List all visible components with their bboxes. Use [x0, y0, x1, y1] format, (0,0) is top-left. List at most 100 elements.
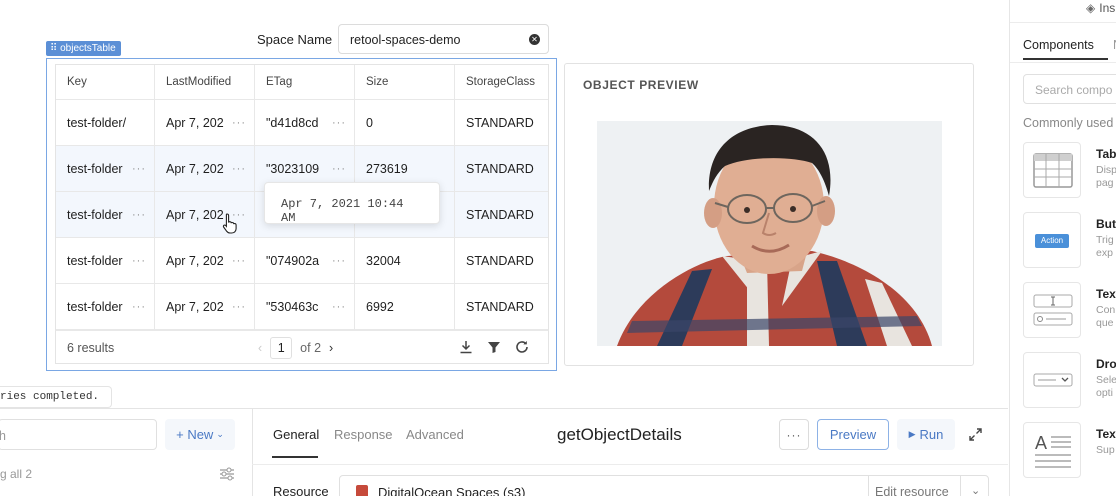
overflow-icon[interactable]: ···	[332, 117, 346, 129]
tab-advanced[interactable]: Advanced	[406, 427, 464, 442]
cell-etag: "3023109	[266, 161, 320, 176]
dropdown-icon	[1023, 352, 1081, 408]
cell-lastmodified: Apr 7, 202	[166, 253, 224, 268]
cell-etag: "530463c	[266, 299, 319, 314]
cell-lastmodified: Apr 7, 202	[166, 207, 224, 222]
hand-cursor-icon	[222, 213, 237, 234]
component-name: Tab	[1096, 147, 1116, 161]
prev-page-icon[interactable]: ‹	[258, 341, 262, 355]
overflow-icon[interactable]: ···	[232, 163, 246, 175]
component-name: Tex	[1096, 427, 1116, 441]
cell-size: 273619	[366, 161, 408, 176]
overflow-icon[interactable]: ···	[132, 301, 146, 313]
cell-etag: "d41d8cd	[266, 115, 319, 130]
space-name-input[interactable]: retool-spaces-demo ✕	[338, 24, 549, 54]
action-badge: Action	[1035, 234, 1069, 248]
run-all-label[interactable]: g all 2	[0, 467, 32, 481]
tab-active-indicator	[272, 456, 318, 458]
object-preview-panel: OBJECT PREVIEW	[564, 63, 974, 366]
inspect-tab-label: Ins	[1099, 1, 1116, 15]
svg-text:A: A	[1035, 433, 1047, 453]
resource-select[interactable]: DigitalOcean Spaces (s3) Edit resource ⌄	[339, 475, 989, 496]
component-search-input[interactable]: Search compo	[1023, 74, 1116, 104]
overflow-icon[interactable]: ···	[332, 163, 346, 175]
cell-lastmodified: Apr 7, 202	[166, 115, 224, 130]
query-editor: h + New ⌄ g all 2 General Response Advan…	[0, 408, 1008, 496]
page-number-input[interactable]: 1	[270, 337, 293, 359]
tab-active-indicator	[1023, 58, 1108, 60]
edit-resource-button[interactable]: Edit resource	[868, 476, 957, 496]
divider	[1010, 22, 1116, 23]
run-button[interactable]: ▶ Run	[897, 419, 955, 450]
expand-icon[interactable]	[969, 428, 982, 441]
overflow-icon[interactable]: ···	[332, 255, 346, 267]
cell-size: 0	[366, 115, 373, 130]
refresh-icon[interactable]	[515, 340, 529, 354]
component-item-button[interactable]: Action But Trig exp	[1023, 212, 1116, 268]
play-icon: ▶	[908, 429, 916, 439]
new-query-button[interactable]: + New ⌄	[165, 419, 235, 450]
resource-label: Resource	[273, 484, 329, 496]
divider	[252, 409, 253, 496]
next-page-icon[interactable]: ›	[329, 341, 333, 355]
tab-general[interactable]: General	[273, 427, 319, 442]
component-item-text[interactable]: A Tex Sup	[1023, 422, 1116, 478]
download-icon[interactable]	[459, 340, 473, 354]
overflow-icon[interactable]: ···	[232, 301, 246, 313]
component-item-text-input[interactable]: Tex Con que	[1023, 282, 1116, 338]
table-header-row: Key LastModified ETag Size StorageClass	[56, 65, 548, 100]
column-header-key[interactable]: Key	[56, 65, 155, 99]
divider	[252, 464, 1008, 465]
cell-key: test-folder	[67, 253, 123, 268]
preview-button[interactable]: Preview	[817, 419, 889, 450]
cell-storageclass: STANDARD	[466, 115, 534, 130]
column-header-etag[interactable]: ETag	[255, 65, 355, 99]
cell-lastmodified: Apr 7, 202	[166, 161, 224, 176]
table-row[interactable]: test-folder ··· Apr 7, 202 ··· "530463c ···…	[56, 284, 548, 330]
cell-key: test-folder	[67, 161, 123, 176]
more-options-button[interactable]: ···	[779, 419, 809, 450]
chevron-down-icon: ⌄	[216, 429, 224, 439]
component-item-dropdown[interactable]: Dro Sele opti	[1023, 352, 1116, 408]
cell-etag: "074902a	[266, 253, 320, 268]
table-row[interactable]: test-folder/ Apr 7, 202 ··· "d41d8cd ··· 0…	[56, 100, 548, 146]
inspect-tab[interactable]: ◈ Ins	[1086, 1, 1115, 15]
cell-key: test-folder	[67, 299, 123, 314]
component-desc: Sele opti	[1096, 374, 1116, 399]
tab-response[interactable]: Response	[334, 427, 393, 442]
cell-storageclass: STANDARD	[466, 299, 534, 314]
overflow-icon[interactable]: ···	[332, 301, 346, 313]
sliders-icon[interactable]	[219, 467, 235, 481]
overflow-icon[interactable]: ···	[132, 255, 146, 267]
overflow-icon[interactable]: ···	[132, 209, 146, 221]
layers-icon: ◈	[1086, 1, 1096, 15]
filter-icon[interactable]	[487, 340, 501, 354]
divider	[1010, 62, 1116, 63]
component-desc: Trig exp	[1096, 234, 1114, 259]
overflow-icon[interactable]: ···	[132, 163, 146, 175]
query-search-input[interactable]: h	[0, 419, 157, 450]
button-icon: Action	[1023, 212, 1081, 268]
cell-key: test-folder/	[67, 115, 127, 130]
component-desc: Disp pag	[1096, 164, 1116, 189]
component-desc: Con que	[1096, 304, 1116, 329]
cell-storageclass: STANDARD	[466, 253, 534, 268]
overflow-icon[interactable]: ···	[232, 117, 246, 129]
text-input-icon	[1023, 282, 1081, 338]
query-name[interactable]: getObjectDetails	[557, 425, 682, 445]
date-tooltip: Apr 7, 2021 10:44 AM	[264, 182, 440, 225]
tab-components[interactable]: Components	[1023, 38, 1094, 52]
overflow-icon[interactable]: ···	[232, 255, 246, 267]
cell-key: test-folder	[67, 207, 123, 222]
component-tag[interactable]: ⠿ objectsTable	[46, 41, 121, 56]
chevron-down-icon[interactable]: ⌄	[960, 476, 980, 496]
commonly-used-heading: Commonly used	[1023, 116, 1114, 130]
component-desc: Sup	[1096, 444, 1115, 456]
column-header-storageclass[interactable]: StorageClass	[455, 65, 548, 99]
table-row[interactable]: test-folder ··· Apr 7, 202 ··· "074902a ···…	[56, 238, 548, 284]
component-item-table[interactable]: Tab Disp pag	[1023, 142, 1116, 198]
clear-icon[interactable]: ✕	[529, 34, 540, 45]
column-header-lastmodified[interactable]: LastModified	[155, 65, 255, 99]
column-header-size[interactable]: Size	[355, 65, 455, 99]
cell-lastmodified: Apr 7, 202	[166, 299, 224, 314]
